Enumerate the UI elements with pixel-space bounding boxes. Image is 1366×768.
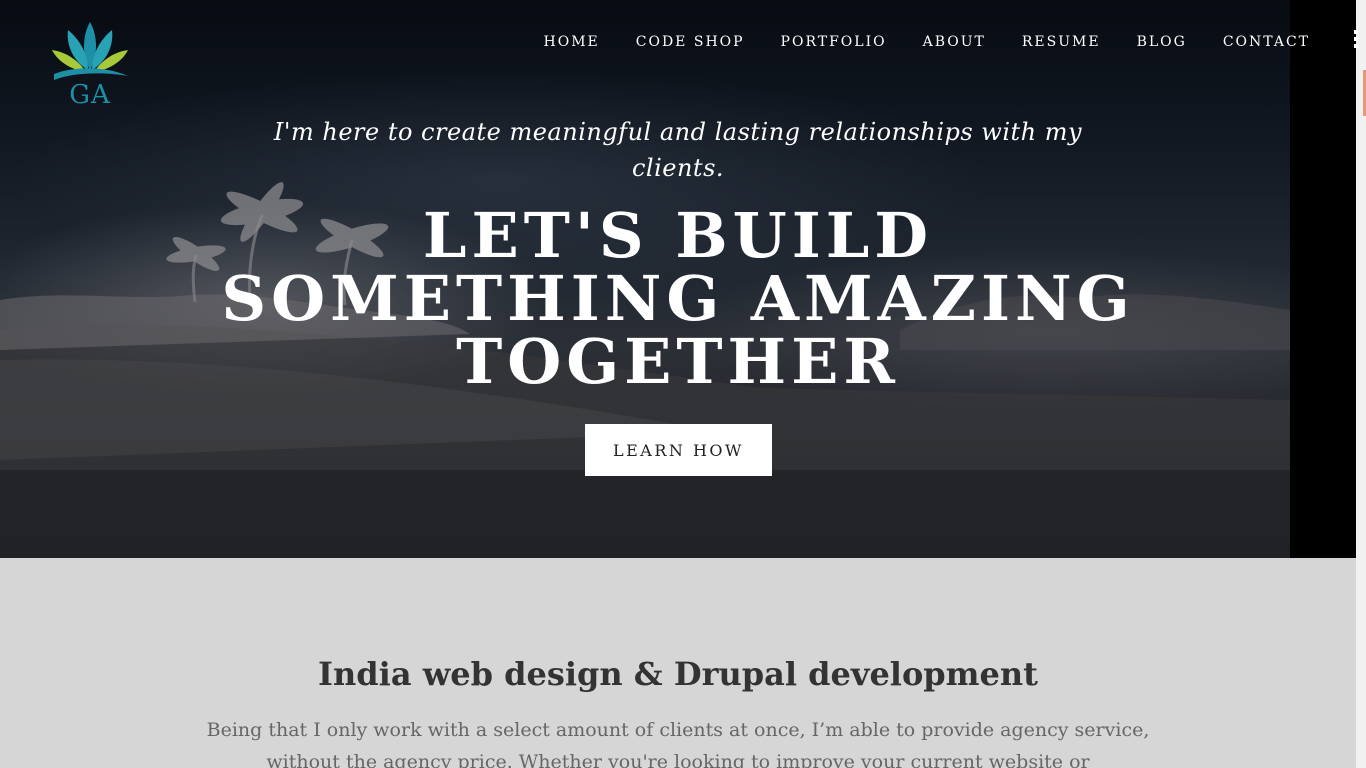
- site-logo[interactable]: GA: [48, 18, 132, 110]
- more-menu-icon[interactable]: [1354, 30, 1360, 48]
- hero-dark-edge: [1290, 0, 1356, 558]
- intro-title: India web design & Drupal development: [318, 655, 1038, 693]
- intro-body: Being that I only work with a select amo…: [206, 719, 1150, 768]
- nav-item-blog[interactable]: BLOG: [1137, 33, 1187, 51]
- learn-how-button[interactable]: LEARN HOW: [585, 424, 772, 476]
- lotus-logo-icon: [52, 22, 128, 80]
- nav-item-home[interactable]: HOME: [544, 33, 600, 51]
- nav-item-resume[interactable]: RESUME: [1022, 33, 1101, 51]
- nav-item-about[interactable]: ABOUT: [923, 33, 986, 51]
- hero-section: GA HOME CODE SHOP PORTFOLIO ABOUT RESUME…: [0, 0, 1356, 558]
- page: GA HOME CODE SHOP PORTFOLIO ABOUT RESUME…: [0, 0, 1366, 768]
- nav-item-contact[interactable]: CONTACT: [1223, 33, 1310, 51]
- intro-section: India web design & Drupal development Be…: [0, 558, 1356, 768]
- hero-headline: LET'S BUILD SOMETHING AMAZING TOGETHER: [221, 199, 1135, 398]
- hero-tagline: I'm here to create meaningful and lastin…: [273, 118, 1083, 182]
- nav-item-code-shop[interactable]: CODE SHOP: [636, 33, 745, 51]
- nav-item-portfolio[interactable]: PORTFOLIO: [781, 33, 887, 51]
- main-nav: HOME CODE SHOP PORTFOLIO ABOUT RESUME BL…: [508, 33, 1310, 51]
- logo-text: GA: [69, 80, 111, 110]
